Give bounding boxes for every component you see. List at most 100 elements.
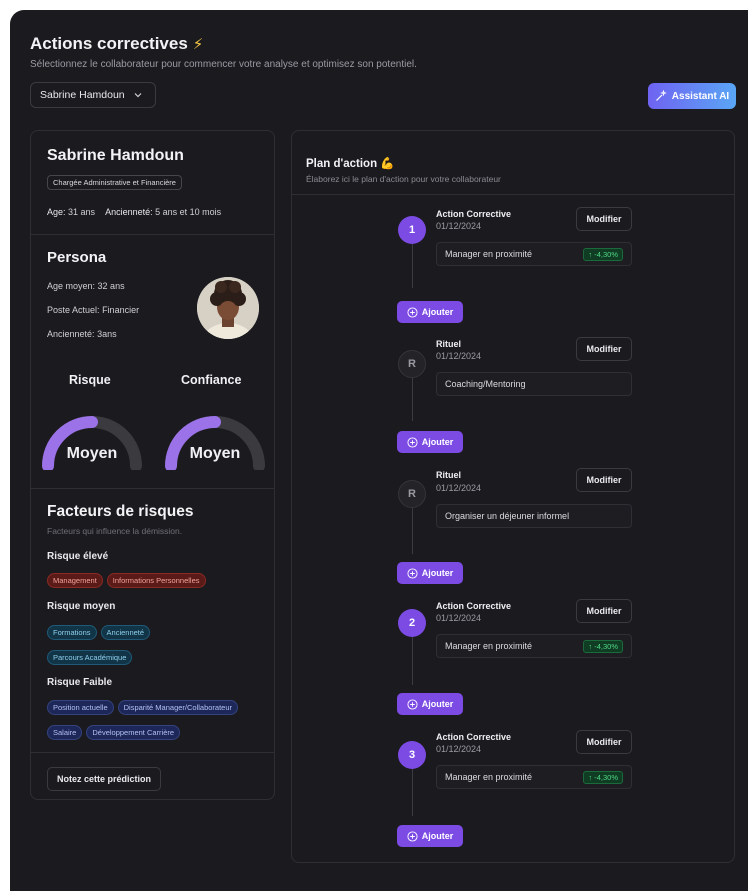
plus-circle-icon [407,436,418,448]
low-risk-tags-row2: Salaire Développement Carrière [47,725,181,740]
action-title: Action Corrective [436,732,512,742]
timeline-line [412,377,413,421]
medium-risk-tags-row2: Parcours Académique [47,650,133,665]
add-action-button[interactable]: Ajouter [397,431,463,453]
action-title: Action Corrective [436,601,512,611]
risk-tag: Développement Carrière [86,725,181,740]
risk-tag: Disparité Manager/Collaborateur [117,700,239,715]
add-action-button[interactable]: Ajouter [397,693,463,715]
add-action-label: Ajouter [421,437,454,447]
add-action-button[interactable]: Ajouter [397,562,463,584]
action-detail-text: Organiser un déjeuner informel [445,511,570,521]
add-action-label: Ajouter [421,568,454,578]
low-risk-label: Risque Faible [47,677,113,688]
confidence-gauge-value: Moyen [189,445,241,462]
avatar-image [197,277,259,339]
add-action-button[interactable]: Ajouter [397,301,463,323]
add-action-label: Ajouter [421,699,454,709]
impact-badge: ↑ -4,30% [583,639,623,653]
risk-tag: Salaire [47,725,83,740]
persona-position-value: Financier [102,305,140,315]
risk-factors-subtitle: Facteurs qui influence la démission. [47,526,183,536]
seniority-value: 5 ans et 10 mois [155,207,222,217]
high-risk-label: Risque élevé [47,551,109,562]
risk-gauge-title: Risque [69,373,111,387]
page-title: Actions correctives ⚡ [30,34,203,54]
action-detail: Coaching/Mentoring [436,372,632,396]
risk-tag: Position actuelle [47,700,114,715]
assistant-ai-button[interactable]: Assistant AI [648,83,736,109]
plus-circle-icon [407,306,418,318]
persona-seniority: Ancienneté: 3ans [47,329,117,339]
divider [31,488,274,489]
timeline-marker: 1 [398,216,426,244]
modify-button[interactable]: Modifier [576,337,632,361]
high-risk-tags: Management Informations Personnelles [47,573,206,588]
modify-button[interactable]: Modifier [576,468,632,492]
app-window: Actions correctives ⚡ Sélectionnez le col… [10,10,748,891]
confidence-gauge-title: Confiance [181,373,242,387]
persona-position: Poste Actuel: Financier [47,305,139,315]
impact-badge: ↑ -4,30% [583,247,623,261]
add-action-label: Ajouter [421,831,454,841]
plus-circle-icon [407,830,418,842]
action-date: 01/12/2024 [436,351,482,361]
action-detail-text: Coaching/Mentoring [445,379,526,389]
timeline-marker: 2 [398,609,426,637]
employee-select[interactable]: Sabrine Hamdoun [30,82,156,108]
persona-position-label: Poste Actuel: [47,305,100,315]
impact-badge: ↑ -4,30% [583,770,623,784]
chevron-down-icon [134,93,142,98]
divider [292,194,734,195]
page-title-text: Actions correctives [30,34,188,53]
action-date: 01/12/2024 [436,744,482,754]
page-subtitle: Sélectionnez le collaborateur pour comme… [30,59,417,70]
avatar [197,277,259,339]
risk-tag: Management [47,573,103,588]
employee-name: Sabrine Hamdoun [47,147,184,164]
timeline-marker: R [398,480,426,508]
muscle-icon: 💪 [380,158,395,170]
action-title: Action Corrective [436,209,512,219]
risk-gauge-value: Moyen [66,445,118,462]
risk-tag: Formations [47,625,97,640]
add-action-label: Ajouter [421,307,454,317]
timeline-line [412,241,413,288]
risk-tag: Ancienneté [100,625,151,640]
action-detail: Organiser un déjeuner informel [436,504,632,528]
persona-seniority-label: Ancienneté: [47,329,95,339]
magic-wand-icon [655,90,667,101]
timeline-marker: 3 [398,741,426,769]
risk-tag: Parcours Académique [47,650,133,665]
modify-button[interactable]: Modifier [576,207,632,231]
timeline-line [412,508,413,554]
timeline-line [412,635,413,685]
divider [31,234,274,235]
action-detail-text: Manager en proximité [445,249,533,259]
age-label: Age: [47,207,66,217]
persona-avg-age-label: Age moyen: [47,281,96,291]
modify-button[interactable]: Modifier [576,599,632,623]
action-date: 01/12/2024 [436,483,482,493]
persona-title: Persona [47,249,107,266]
timeline-marker: R [398,350,426,378]
medium-risk-tags: Formations Ancienneté [47,625,151,640]
employee-info: Age: 31 ans Ancienneté: 5 ans et 10 mois [47,207,221,217]
modify-button[interactable]: Modifier [576,730,632,754]
action-detail: Manager en proximité ↑ -4,30% [436,242,632,266]
action-date: 01/12/2024 [436,613,482,623]
plus-circle-icon [407,567,418,579]
action-date: 01/12/2024 [436,221,482,231]
role-badge: Chargée Administrative et Financière [47,175,182,190]
action-detail: Manager en proximité ↑ -4,30% [436,765,632,789]
risk-tag: Informations Personnelles [106,573,206,588]
timeline-line [412,766,413,816]
divider [31,752,274,753]
lightning-icon: ⚡ [192,36,204,53]
action-title: Rituel [436,470,462,480]
plus-circle-icon [407,698,418,710]
add-action-button[interactable]: Ajouter [397,825,463,847]
rate-prediction-button[interactable]: Notez cette prédiction [47,767,162,791]
action-detail: Manager en proximité ↑ -4,30% [436,634,632,658]
persona-seniority-value: 3ans [97,329,117,339]
